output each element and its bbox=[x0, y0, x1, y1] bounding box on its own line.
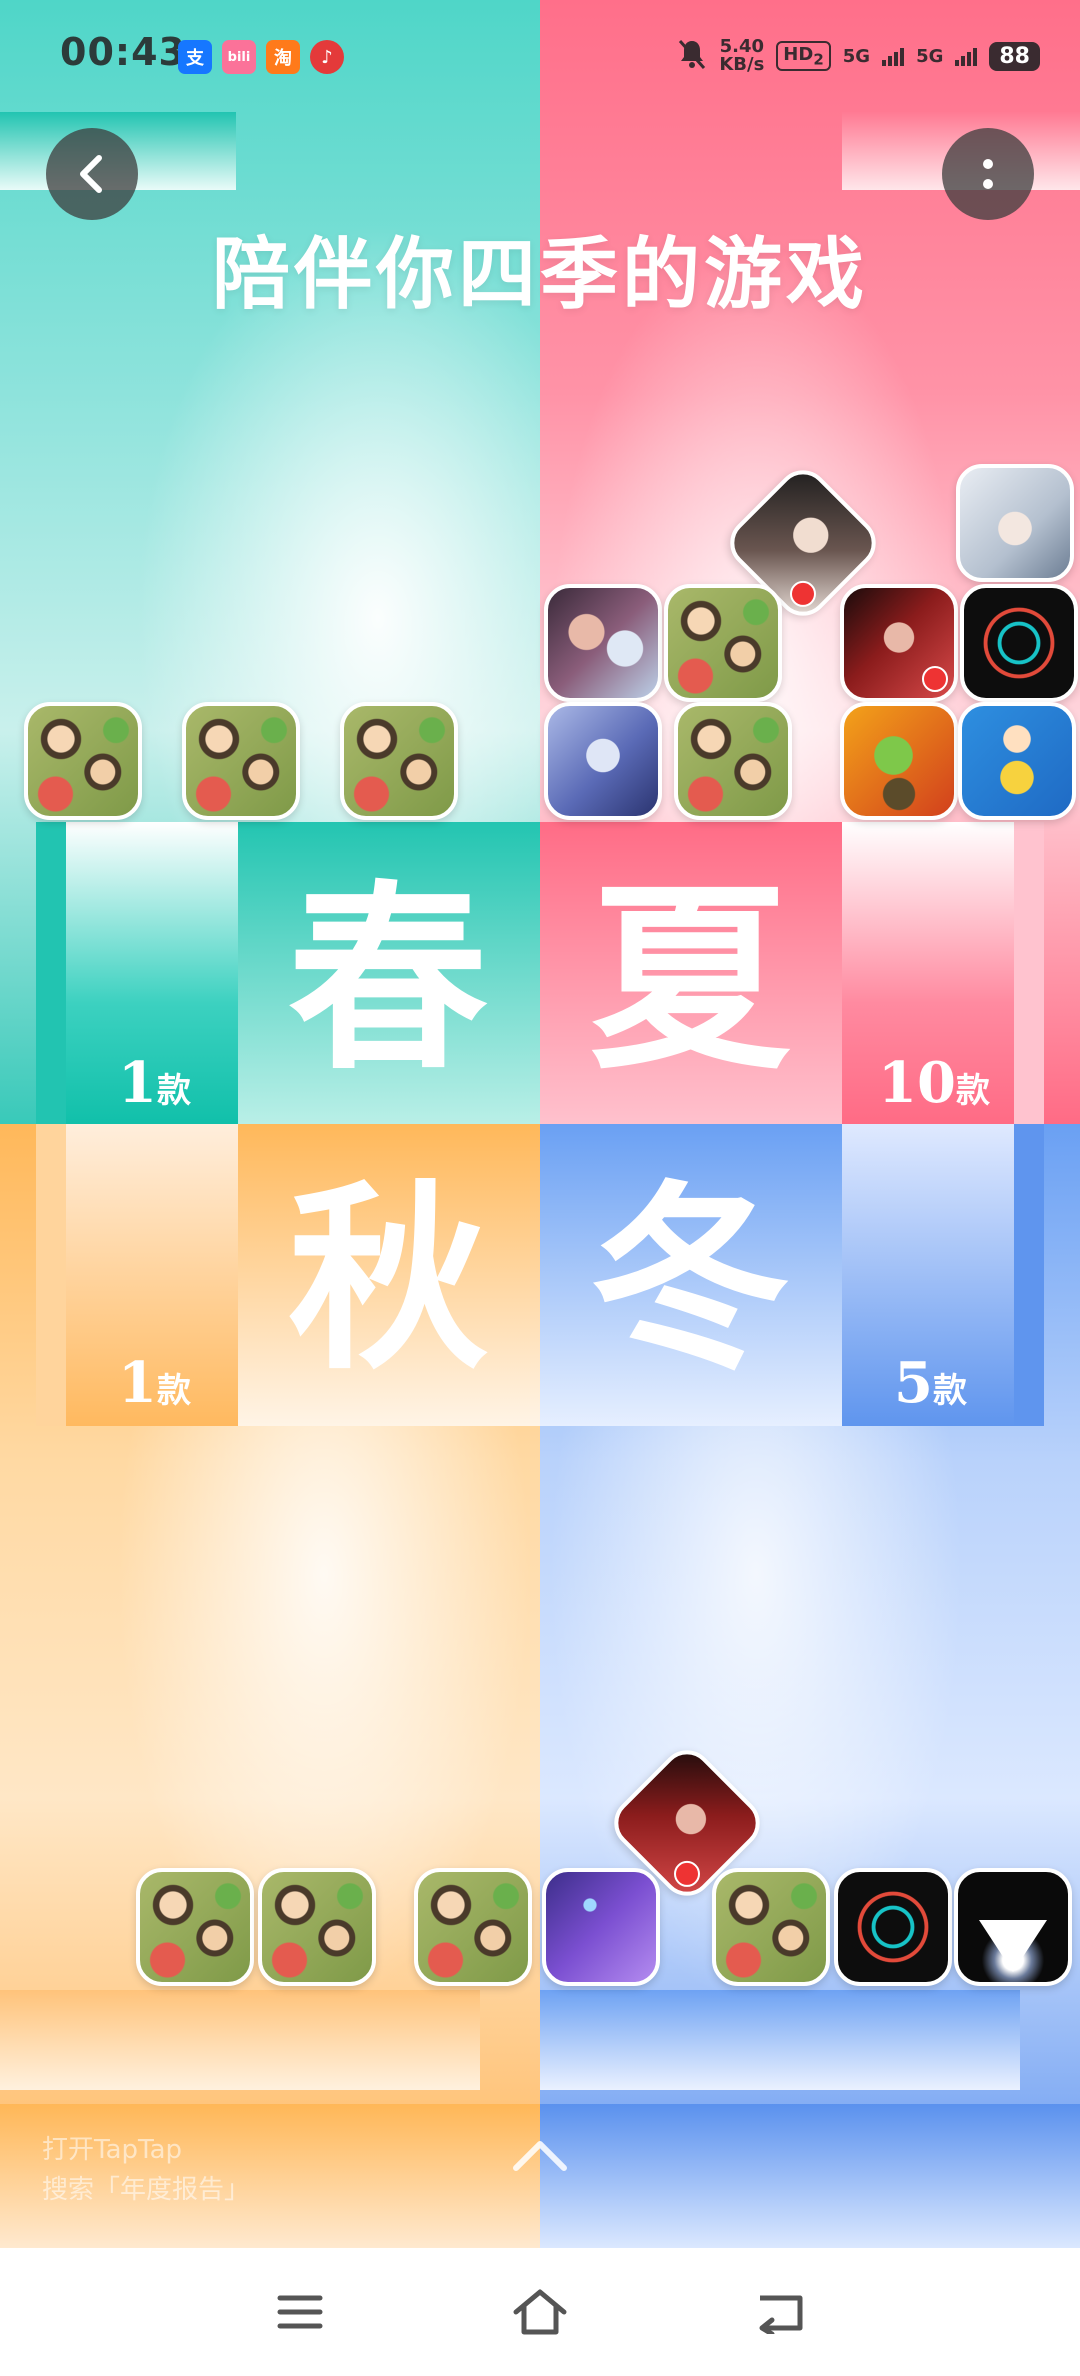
menu-icon bbox=[277, 2295, 323, 2329]
game-icon-dark-ring[interactable] bbox=[960, 584, 1078, 702]
chevron-left-icon bbox=[80, 155, 102, 193]
game-icon-blue-girl[interactable] bbox=[544, 702, 662, 820]
game-icon-farm[interactable] bbox=[414, 1868, 532, 1986]
taobao-icon: 淘 bbox=[266, 40, 300, 74]
game-icon-farm[interactable] bbox=[258, 1868, 376, 1986]
season-winter: 冬 bbox=[589, 1162, 790, 1397]
network-type-2: 5G bbox=[916, 45, 944, 67]
game-icon-runner[interactable] bbox=[958, 702, 1076, 820]
page-title: 陪伴你四季的游戏 bbox=[211, 230, 868, 320]
network-speed: 5.40 KB/s bbox=[719, 38, 764, 74]
season-autumn: 秋 bbox=[287, 1162, 488, 1397]
game-icon-purple-night[interactable] bbox=[542, 1868, 660, 1986]
hd-badge: HD2 bbox=[776, 40, 831, 72]
network-type-1: 5G bbox=[842, 45, 871, 67]
game-icon-warriors[interactable] bbox=[544, 584, 662, 702]
signal-icon bbox=[955, 46, 978, 66]
game-icon-farm[interactable] bbox=[136, 1868, 254, 1986]
signal-icon bbox=[882, 46, 905, 66]
decor-block bbox=[540, 1990, 1020, 2090]
chevron-up-icon[interactable] bbox=[510, 2136, 570, 2176]
decor-block bbox=[36, 1124, 66, 1426]
netease-music-icon: ♪ bbox=[310, 40, 344, 74]
hint-line-1: 打开TapTap bbox=[42, 2135, 183, 2165]
game-icon-farm[interactable] bbox=[182, 702, 300, 820]
bell-off-icon bbox=[677, 38, 707, 74]
decor-block bbox=[540, 2104, 1080, 2248]
spring-count: 1款 bbox=[118, 1050, 191, 1116]
navigation-bar bbox=[0, 2248, 1080, 2376]
net-speed-unit: KB/s bbox=[719, 54, 765, 75]
back-button[interactable] bbox=[46, 128, 138, 220]
more-button[interactable] bbox=[942, 128, 1034, 220]
alipay-icon: 支 bbox=[178, 40, 212, 74]
season-spring: 春 bbox=[287, 862, 488, 1097]
bilibili-icon: bili bbox=[222, 40, 256, 74]
status-bar: 00:43 支 bili 淘 ♪ 5.40 KB/s HD2 5G 5G 88 bbox=[0, 0, 1080, 112]
taptap-hint: 打开TapTap 搜索「年度报告」 bbox=[42, 2130, 250, 2210]
game-icon-dark-ring[interactable] bbox=[834, 1868, 952, 1986]
home-button[interactable] bbox=[508, 2284, 572, 2340]
decor-block bbox=[36, 822, 66, 1124]
game-icon-farm[interactable] bbox=[674, 702, 792, 820]
autumn-count: 1款 bbox=[118, 1350, 191, 1416]
status-icons: 5.40 KB/s HD2 5G 5G 88 bbox=[677, 34, 1040, 78]
game-icon-farm[interactable] bbox=[712, 1868, 830, 1986]
game-icon-red-girl[interactable] bbox=[840, 584, 958, 702]
decor-block bbox=[1014, 1124, 1044, 1426]
game-icon-farm[interactable] bbox=[24, 702, 142, 820]
menu-button[interactable] bbox=[268, 2284, 332, 2340]
decor-block bbox=[1014, 822, 1044, 1124]
clock: 00:43 bbox=[60, 30, 186, 74]
decor-block bbox=[0, 1990, 480, 2090]
game-icon-frog[interactable] bbox=[840, 702, 958, 820]
game-icon-farm[interactable] bbox=[664, 584, 782, 702]
game-icon-farm[interactable] bbox=[340, 702, 458, 820]
more-vertical-icon bbox=[983, 159, 993, 189]
game-icon-triangle[interactable] bbox=[954, 1868, 1072, 1986]
winter-count: 5款 bbox=[894, 1350, 967, 1416]
game-icon-white-hair[interactable] bbox=[956, 464, 1074, 582]
summer-count: 10款 bbox=[878, 1050, 990, 1116]
season-summer: 夏 bbox=[589, 862, 790, 1097]
battery-icon: 88 bbox=[989, 41, 1040, 71]
home-icon bbox=[513, 2289, 567, 2335]
back-nav-button[interactable] bbox=[748, 2284, 812, 2340]
back-icon bbox=[759, 2295, 803, 2334]
hint-line-2: 搜索「年度报告」 bbox=[42, 2175, 251, 2205]
